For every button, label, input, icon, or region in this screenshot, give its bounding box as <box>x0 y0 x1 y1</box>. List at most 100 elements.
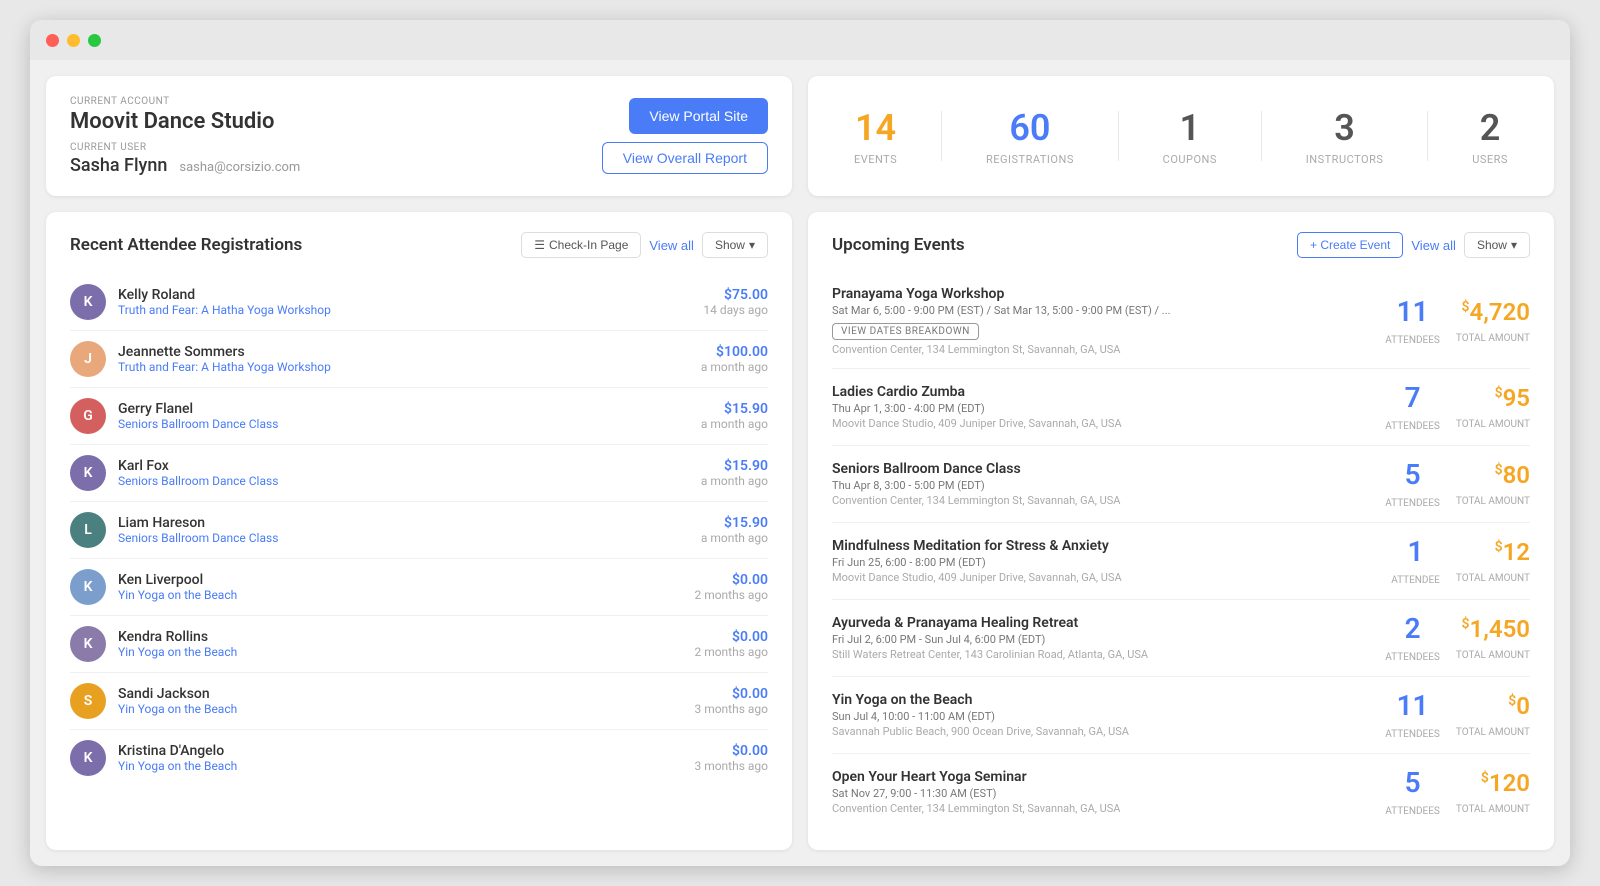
registrations-title: Recent Attendee Registrations <box>70 235 302 255</box>
event-location: Moovit Dance Studio, 409 Juniper Drive, … <box>832 571 1379 584</box>
events-viewall-button[interactable]: View all <box>1411 238 1456 253</box>
attendee-amount: $0.00 <box>694 686 768 702</box>
view-report-button[interactable]: View Overall Report <box>602 142 768 174</box>
avatar: K <box>70 455 106 491</box>
event-date: Fri Jul 2, 6:00 PM - Sun Jul 4, 6:00 PM … <box>832 633 1373 646</box>
close-button[interactable] <box>46 34 59 47</box>
event-location: Savannah Public Beach, 900 Ocean Drive, … <box>832 725 1373 738</box>
events-show-button[interactable]: Show ▾ <box>1464 232 1530 258</box>
event-info: Yin Yoga on the Beach Sun Jul 4, 10:00 -… <box>832 692 1373 738</box>
attendee-event[interactable]: Yin Yoga on the Beach <box>118 588 694 602</box>
attendee-event[interactable]: Seniors Ballroom Dance Class <box>118 417 701 431</box>
attendee-meta: $100.00 a month ago <box>701 344 768 374</box>
events-actions: + Create Event View all Show ▾ <box>1297 232 1530 258</box>
attendee-meta: $15.90 a month ago <box>701 458 768 488</box>
attendee-row: L Liam Hareson Seniors Ballroom Dance Cl… <box>70 502 768 559</box>
event-date: Sat Mar 6, 5:00 - 9:00 PM (EST) / Sat Ma… <box>832 304 1373 317</box>
stat-divider <box>1427 111 1428 161</box>
view-dates-button[interactable]: VIEW DATES BREAKDOWN <box>832 323 979 340</box>
view-portal-button[interactable]: View Portal Site <box>629 98 768 134</box>
event-stats: 7 ATTENDEES $95 TOTAL AMOUNT <box>1385 381 1530 433</box>
attendee-name: Kristina D'Angelo <box>118 743 694 759</box>
attendee-time: a month ago <box>701 531 768 545</box>
amount-label: TOTAL AMOUNT <box>1456 573 1530 584</box>
attendees-label: ATTENDEES <box>1385 421 1440 432</box>
attendee-amount: $75.00 <box>703 287 768 303</box>
event-date: Fri Jun 25, 6:00 - 8:00 PM (EDT) <box>832 556 1379 569</box>
event-attendees: 5 ATTENDEES <box>1385 458 1440 510</box>
avatar: K <box>70 740 106 776</box>
registrations-viewall-button[interactable]: View all <box>649 238 694 253</box>
stat-number: 2 <box>1472 107 1508 149</box>
account-name: Moovit Dance Studio <box>70 109 300 134</box>
event-info: Open Your Heart Yoga Seminar Sat Nov 27,… <box>832 769 1373 815</box>
stat-label: INSTRUCTORS <box>1306 153 1384 166</box>
registrations-show-button[interactable]: Show ▾ <box>702 232 768 258</box>
amount-value: $12 <box>1456 538 1530 566</box>
event-amount: $1,450 TOTAL AMOUNT <box>1456 615 1530 662</box>
attendee-event[interactable]: Truth and Fear: A Hatha Yoga Workshop <box>118 303 703 317</box>
attendees-label: ATTENDEES <box>1385 729 1440 740</box>
amount-value: $95 <box>1456 384 1530 412</box>
maximize-button[interactable] <box>88 34 101 47</box>
title-bar <box>30 20 1570 60</box>
user-name: Sasha Flynn <box>70 155 167 176</box>
event-date: Thu Apr 8, 3:00 - 5:00 PM (EDT) <box>832 479 1373 492</box>
amount-value: $120 <box>1456 769 1530 797</box>
checkin-icon: ☰ <box>534 238 545 252</box>
create-event-button[interactable]: + Create Event <box>1297 232 1403 258</box>
attendee-name: Kendra Rollins <box>118 629 694 645</box>
amount-value: $4,720 <box>1456 298 1530 326</box>
minimize-button[interactable] <box>67 34 80 47</box>
event-date: Thu Apr 1, 3:00 - 4:00 PM (EDT) <box>832 402 1373 415</box>
attendee-name: Ken Liverpool <box>118 572 694 588</box>
amount-value: $1,450 <box>1456 615 1530 643</box>
avatar: G <box>70 398 106 434</box>
event-amount: $95 TOTAL AMOUNT <box>1456 384 1530 431</box>
attendees-number: 2 <box>1385 612 1440 645</box>
event-stats: 5 ATTENDEES $80 TOTAL AMOUNT <box>1385 458 1530 510</box>
attendee-time: a month ago <box>701 474 768 488</box>
checkin-page-button[interactable]: ☰ Check-In Page <box>521 232 641 258</box>
events-title: Upcoming Events <box>832 235 965 255</box>
attendee-amount: $0.00 <box>694 629 768 645</box>
attendee-row: K Kristina D'Angelo Yin Yoga on the Beac… <box>70 730 768 786</box>
attendee-event[interactable]: Yin Yoga on the Beach <box>118 702 694 716</box>
stat-users: 2 USERS <box>1472 107 1508 166</box>
attendee-amount: $0.00 <box>694 743 768 759</box>
account-panel: CURRENT ACCOUNT Moovit Dance Studio CURR… <box>46 76 792 196</box>
event-name: Ayurveda & Pranayama Healing Retreat <box>832 615 1373 631</box>
attendees-label: ATTENDEES <box>1385 335 1440 346</box>
amount-value: $0 <box>1456 692 1530 720</box>
attendee-time: 2 months ago <box>694 588 768 602</box>
event-stats: 1 ATTENDEE $12 TOTAL AMOUNT <box>1391 535 1530 587</box>
avatar: S <box>70 683 106 719</box>
attendees-number: 11 <box>1385 295 1440 328</box>
event-name: Seniors Ballroom Dance Class <box>832 461 1373 477</box>
event-attendees: 1 ATTENDEE <box>1391 535 1440 587</box>
attendee-event[interactable]: Yin Yoga on the Beach <box>118 645 694 659</box>
event-date: Sat Nov 27, 9:00 - 11:30 AM (EST) <box>832 787 1373 800</box>
attendee-event[interactable]: Yin Yoga on the Beach <box>118 759 694 773</box>
stat-number: 3 <box>1306 107 1384 149</box>
stat-divider <box>1261 111 1262 161</box>
event-location: Convention Center, 134 Lemmington St, Sa… <box>832 802 1373 815</box>
attendee-event[interactable]: Truth and Fear: A Hatha Yoga Workshop <box>118 360 701 374</box>
attendees-number: 1 <box>1391 535 1440 568</box>
attendee-event[interactable]: Seniors Ballroom Dance Class <box>118 531 701 545</box>
event-row: Mindfulness Meditation for Stress & Anxi… <box>832 523 1530 600</box>
attendee-name: Karl Fox <box>118 458 701 474</box>
stat-divider <box>1118 111 1119 161</box>
stat-label: COUPONS <box>1163 153 1217 166</box>
attendee-time: 3 months ago <box>694 702 768 716</box>
amount-value: $80 <box>1456 461 1530 489</box>
account-actions: View Portal Site View Overall Report <box>602 98 768 174</box>
attendee-name: Gerry Flanel <box>118 401 701 417</box>
attendee-event[interactable]: Seniors Ballroom Dance Class <box>118 474 701 488</box>
attendee-time: a month ago <box>701 417 768 431</box>
event-attendees: 11 ATTENDEES <box>1385 295 1440 347</box>
attendees-number: 5 <box>1385 766 1440 799</box>
stat-label: EVENTS <box>854 153 897 166</box>
attendee-row: S Sandi Jackson Yin Yoga on the Beach $0… <box>70 673 768 730</box>
events-panel: Upcoming Events + Create Event View all … <box>808 212 1554 850</box>
